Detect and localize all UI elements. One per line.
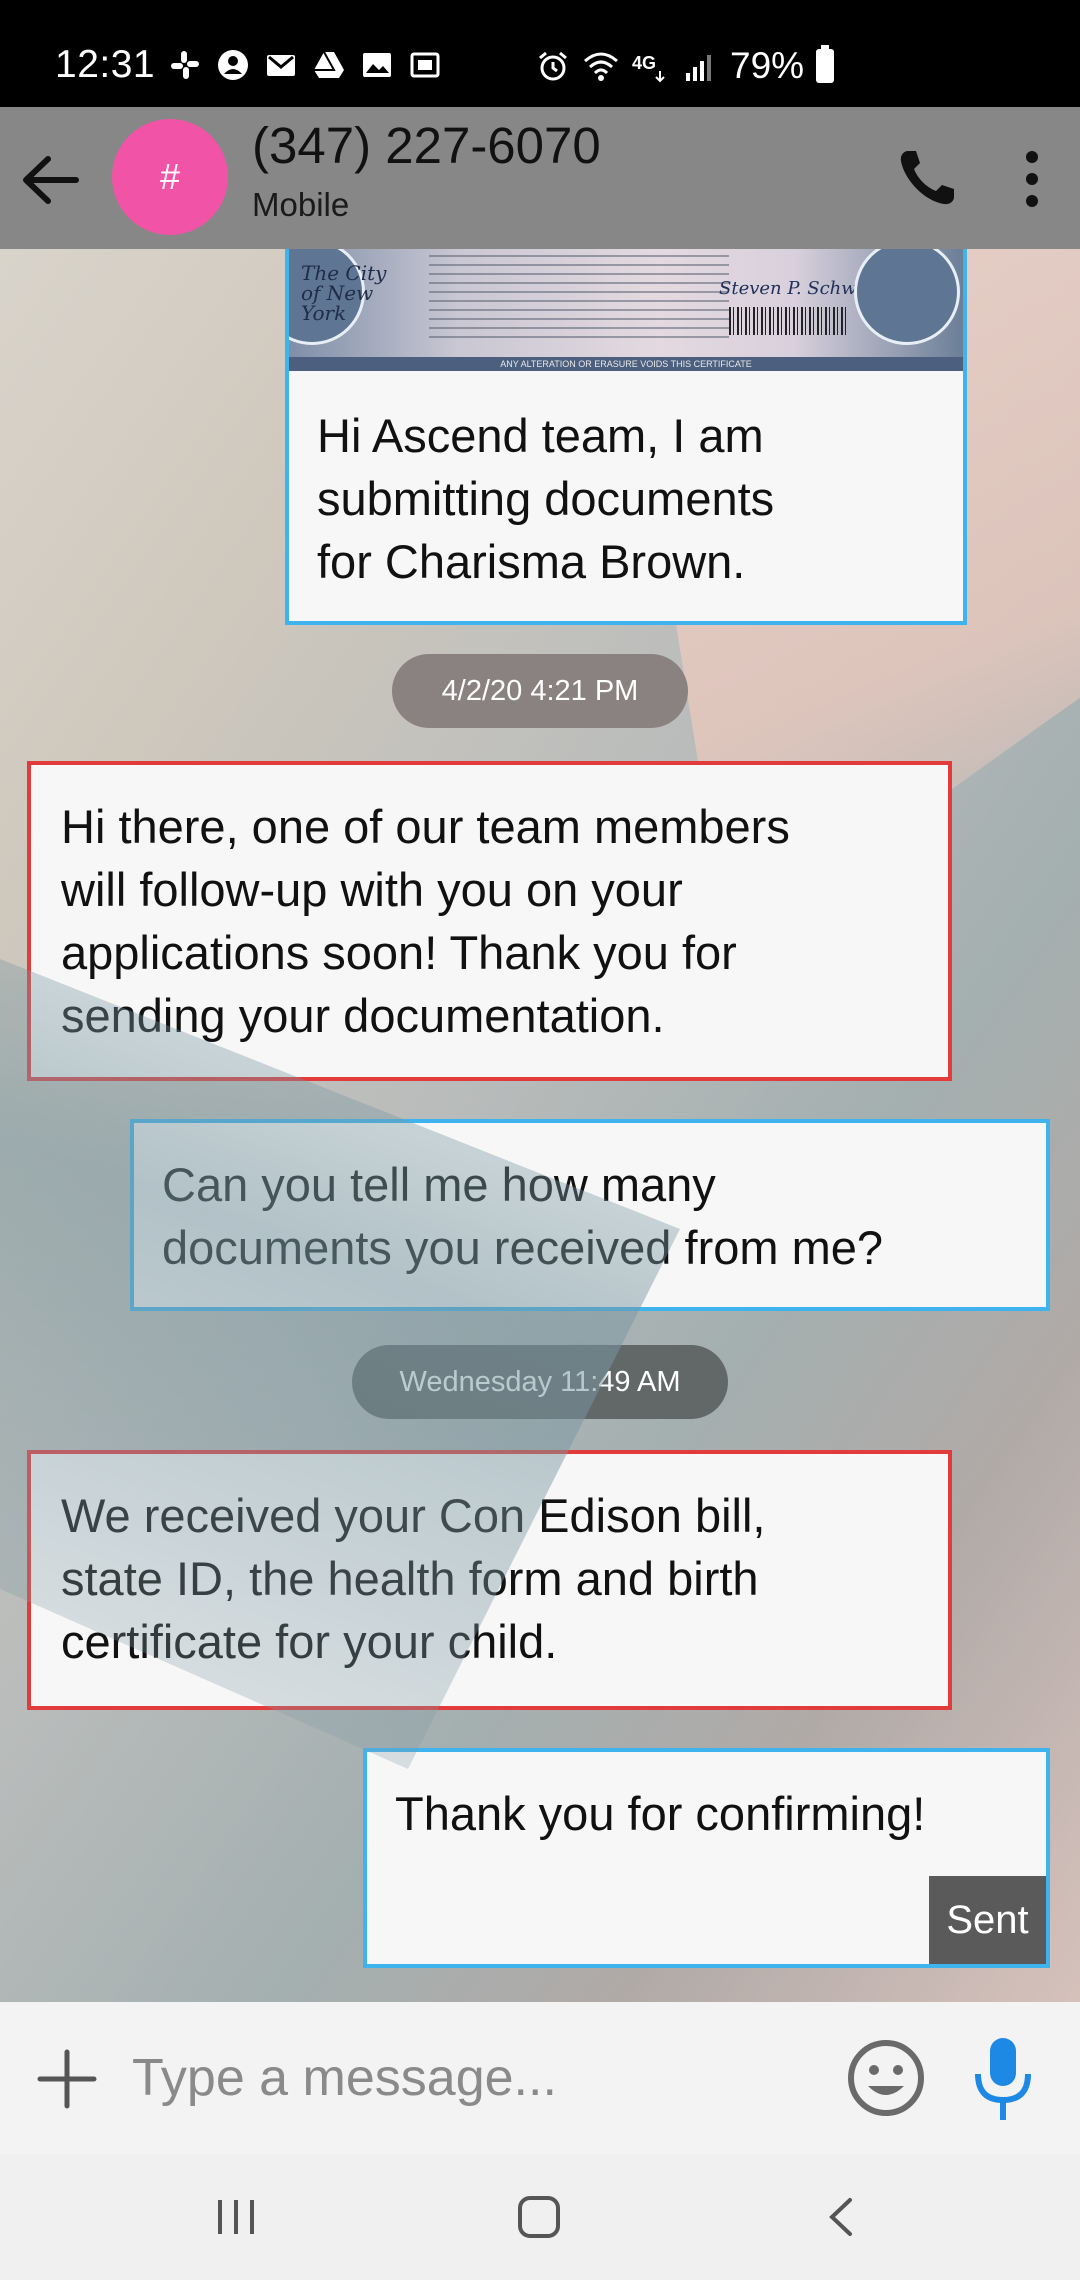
compose-bar [0, 2002, 1080, 2154]
signal-icon [686, 55, 711, 81]
image-icon [363, 53, 391, 77]
contact-avatar[interactable]: # [112, 119, 228, 235]
avatar-symbol: # [159, 156, 181, 197]
notification-icons [168, 48, 442, 82]
home-icon[interactable] [516, 2192, 562, 2242]
wifi-icon [584, 52, 618, 81]
outgoing-message-bubble[interactable]: Thank you for confirming! Sent [363, 1748, 1050, 1968]
certificate-body-text [429, 255, 729, 345]
incoming-message-bubble[interactable]: Hi there, one of our team members will f… [27, 761, 952, 1081]
slack-icon [171, 51, 199, 79]
conversation-header: # (347) 227-6070 Mobile [0, 107, 1080, 249]
contact-number[interactable]: (347) 227-6070 [252, 115, 601, 177]
nav-back-icon[interactable] [822, 2194, 862, 2240]
certificate-footer: ANY ALTERATION OR ERASURE VOIDS THIS CER… [289, 357, 963, 371]
city-seal-right [854, 249, 960, 345]
system-status-icons: 4G 79% [536, 44, 835, 88]
emoji-icon[interactable] [846, 2038, 926, 2118]
message-text: Can you tell me how many documents you r… [162, 1158, 883, 1274]
battery-percent: 79% [730, 45, 805, 86]
recent-apps-icon[interactable] [212, 2194, 260, 2240]
certificate-city-text: The City of New York [301, 261, 387, 325]
status-bar: 12:31 4G 79% [0, 0, 1080, 107]
drive-icon [314, 51, 344, 78]
cast-icon [410, 52, 440, 78]
timestamp-chip: 4/2/20 4:21 PM [392, 654, 688, 728]
outgoing-message-bubble[interactable]: The City of New York Steven P. Schwartz … [285, 249, 967, 625]
account-circle-icon [218, 50, 248, 80]
status-time: 12:31 [55, 43, 156, 86]
message-text: Hi there, one of our team members will f… [61, 800, 790, 1042]
system-navigation-bar [0, 2154, 1080, 2280]
sent-status: Sent [929, 1876, 1046, 1964]
4g-lte-icon: 4G [632, 53, 665, 83]
message-text: Hi Ascend team, I am submitting document… [317, 409, 775, 588]
battery-icon [816, 45, 835, 83]
add-attachment-icon[interactable] [36, 2048, 98, 2110]
incoming-message-bubble[interactable]: We received your Con Edison bill, state … [27, 1450, 952, 1710]
outgoing-message-bubble[interactable]: Can you tell me how many documents you r… [130, 1119, 1050, 1311]
message-input[interactable] [132, 2038, 812, 2118]
microphone-icon[interactable] [970, 2034, 1036, 2124]
message-text: Thank you for confirming! [395, 1787, 926, 1840]
message-list[interactable]: The City of New York Steven P. Schwartz … [0, 249, 1080, 2002]
contact-type: Mobile [252, 186, 350, 223]
back-arrow-icon[interactable] [18, 147, 84, 213]
message-text: We received your Con Edison bill, state … [61, 1489, 766, 1668]
certificate-barcode [729, 307, 849, 335]
timestamp-chip: Wednesday 11:49 AM [352, 1345, 728, 1419]
more-options-icon[interactable] [1010, 147, 1054, 211]
birth-certificate-image[interactable]: The City of New York Steven P. Schwartz … [289, 249, 963, 371]
phone-call-icon[interactable] [896, 145, 960, 209]
alarm-icon [539, 51, 567, 81]
svg-text:4G: 4G [632, 53, 656, 73]
gmail-icon [267, 55, 295, 76]
